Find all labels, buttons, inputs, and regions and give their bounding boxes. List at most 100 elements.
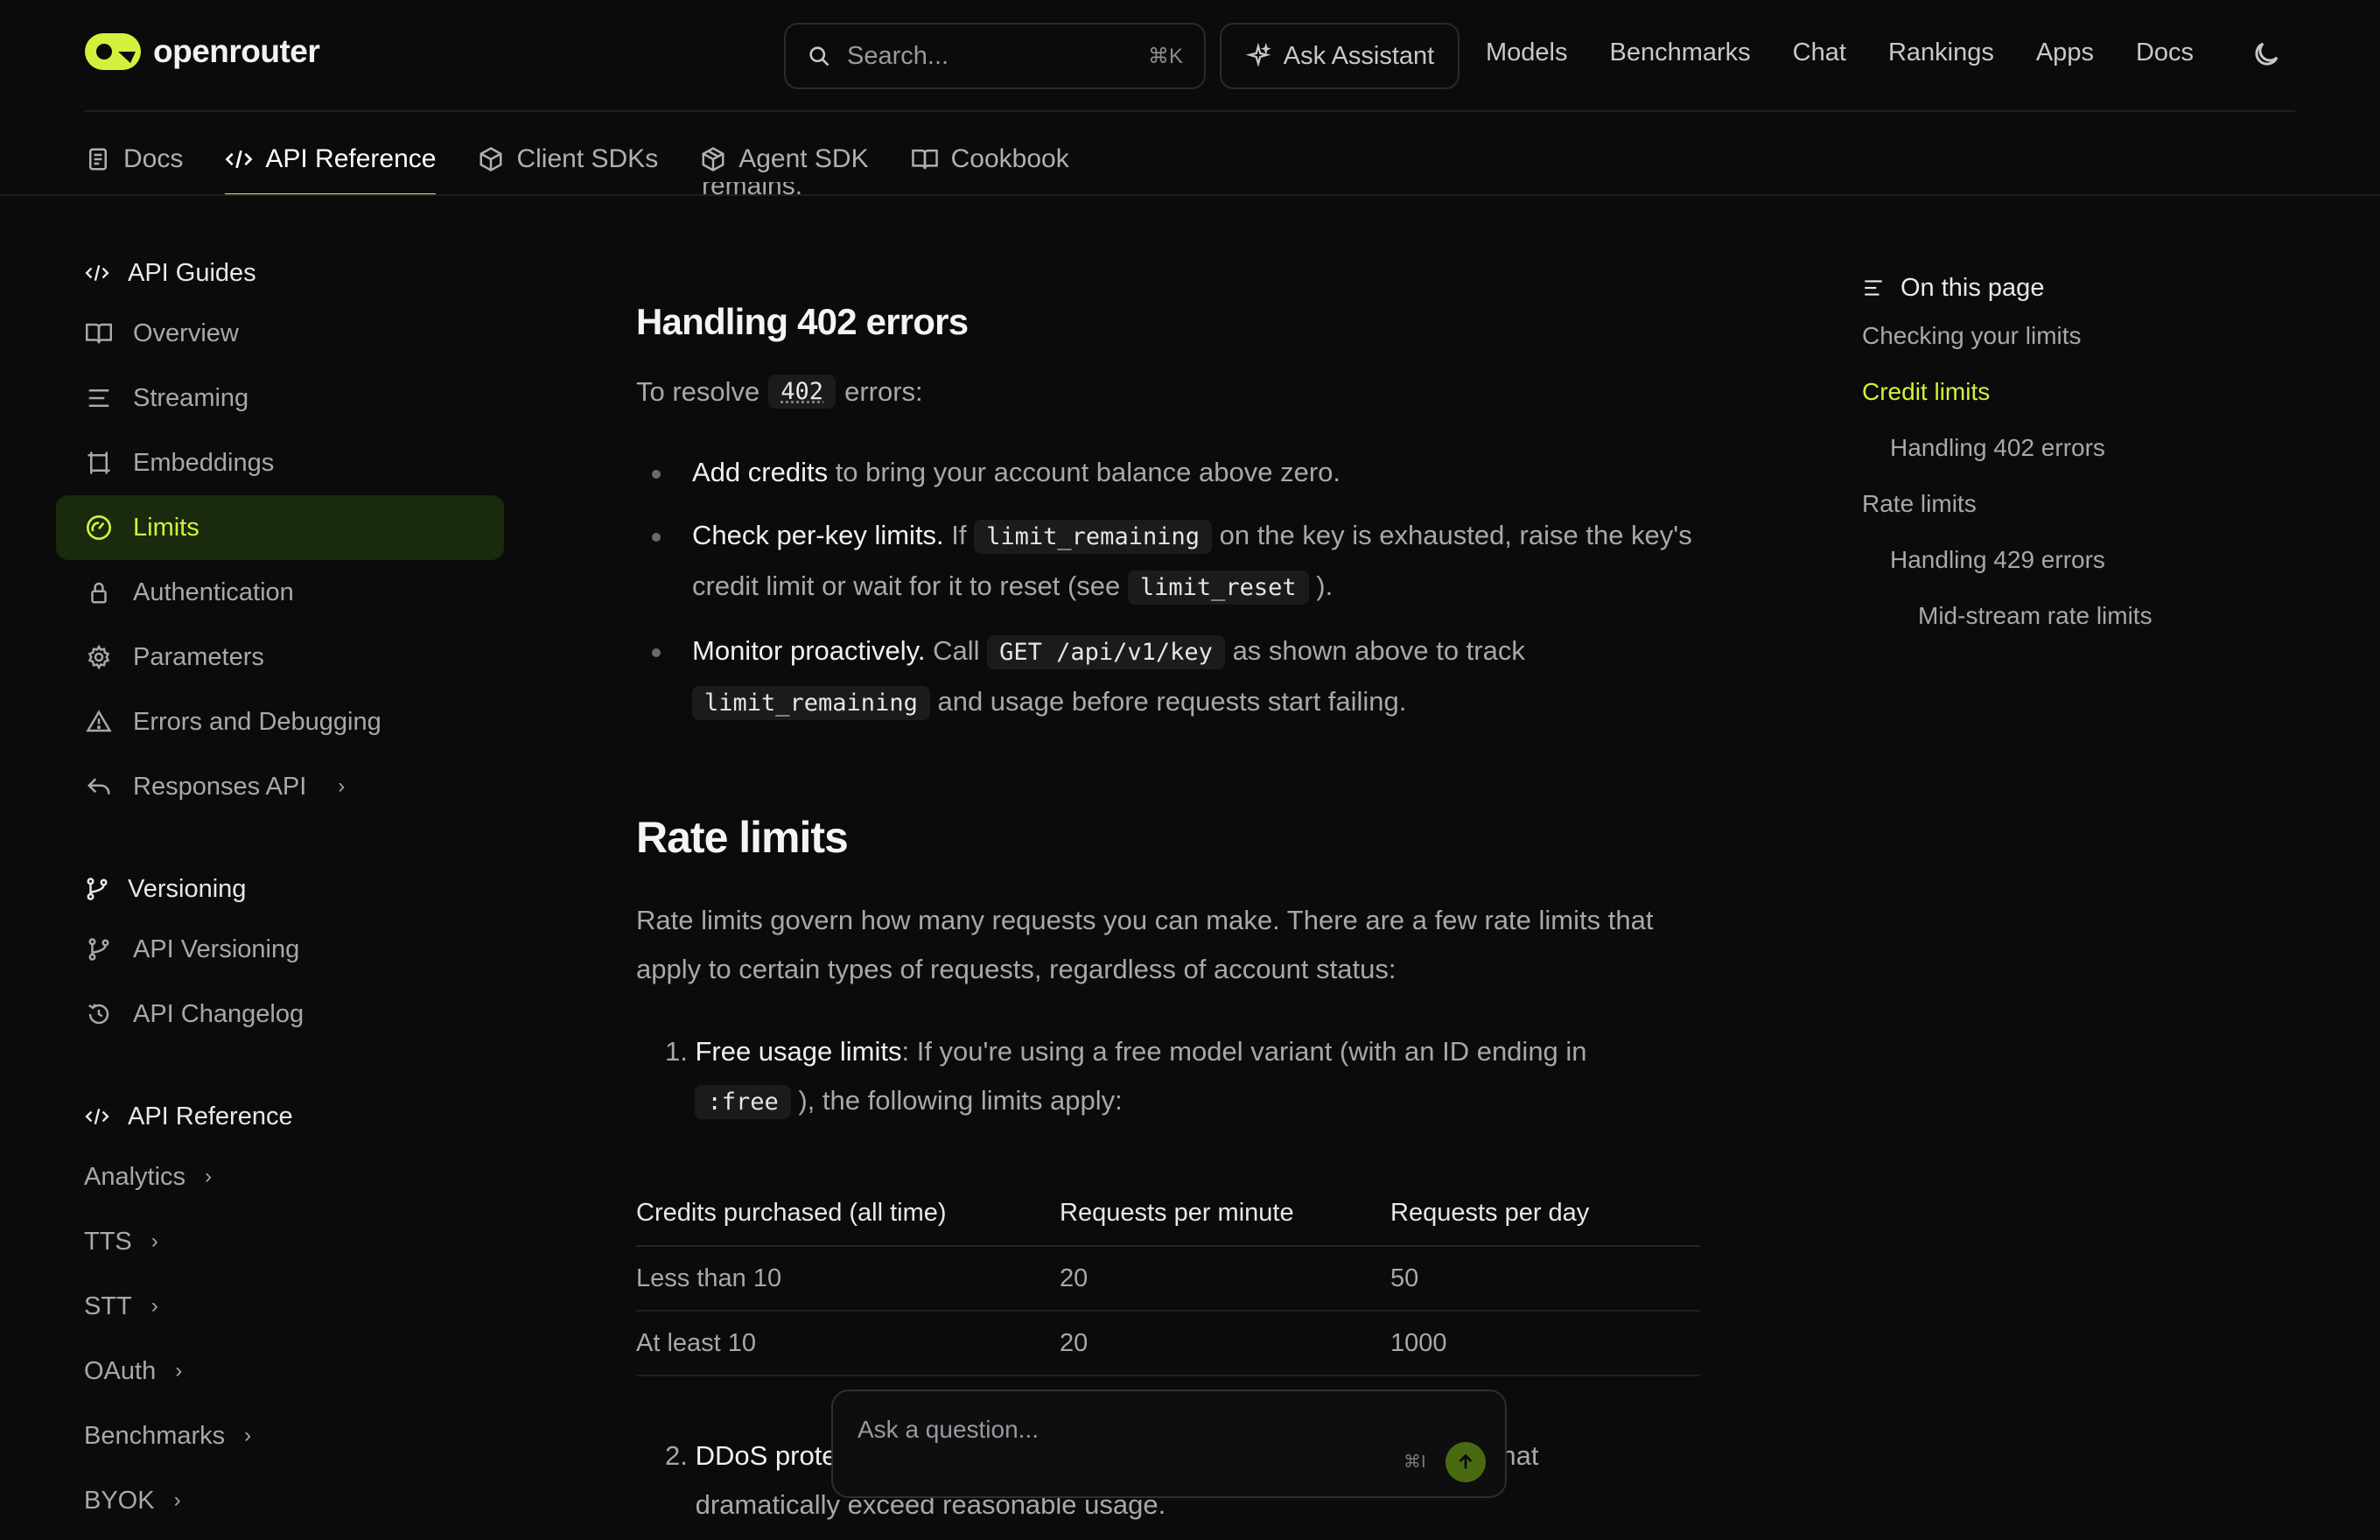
sidebar-item-label: Benchmarks [84,1421,226,1450]
table-of-contents: On this page Checking your limits Credit… [1862,268,2352,644]
sidebar-item-api-versioning[interactable]: API Versioning [56,917,511,982]
sidebar-section-versioning: Versioning [56,861,511,917]
sidebar-item-label: STT [84,1292,132,1320]
sidebar: API Guides Overview Streaming Embeddings… [56,245,511,1533]
list-item: Monitor proactively. Call GET /api/v1/ke… [652,626,1702,728]
tab-client-sdks-label: Client SDKs [516,144,659,173]
tab-docs[interactable]: Docs [85,122,183,196]
sidebar-item-label: Authentication [133,578,294,606]
chevron-right-icon[interactable]: › [175,1359,182,1383]
sidebar-item-label: Analytics [84,1162,186,1191]
toc-item-rate-limits[interactable]: Rate limits [1862,476,2352,532]
toc-item-credit-limits[interactable]: Credit limits [1862,364,2352,420]
sidebar-item-embeddings[interactable]: Embeddings [56,430,511,495]
sidebar-item-authentication[interactable]: Authentication [56,560,511,625]
list-item-body: Free usage limits: If you're using a fre… [695,1027,1689,1127]
book-icon [911,146,939,172]
nav-chat[interactable]: Chat [1793,38,1846,67]
list-icon [1862,276,1885,299]
chevron-right-icon[interactable]: › [151,1294,158,1319]
list-item: Add credits to bring your account balanc… [652,448,1702,497]
sidebar-section-title: API Reference [128,1102,293,1130]
list-bold: Free usage limits [695,1036,902,1067]
tab-cookbook[interactable]: Cookbook [911,122,1069,196]
sidebar-item-benchmarks[interactable]: Benchmarks › [56,1404,511,1468]
toc-item-checking-your-limits[interactable]: Checking your limits [1862,308,2352,364]
chevron-right-icon[interactable]: › [151,1229,158,1254]
table-cell: 20 [1060,1246,1390,1312]
tab-api-reference[interactable]: API Reference [225,122,437,196]
sidebar-item-oauth[interactable]: OAuth › [56,1339,511,1404]
brand-name: openrouter [153,33,320,69]
table-header: Credits purchased (all time) [636,1181,1060,1247]
chevron-right-icon[interactable]: › [174,1488,181,1513]
table-header-row: Credits purchased (all time) Requests pe… [636,1181,1700,1247]
sidebar-item-analytics[interactable]: Analytics › [56,1144,511,1209]
lock-icon [84,579,114,606]
table-row: At least 10 20 1000 [636,1311,1700,1376]
page: openrouter Search... ⌘K Ask Assistant Mo… [0,0,2380,1540]
tabs-divider [0,194,2380,196]
toc-item-handling-402-errors[interactable]: Handling 402 errors [1862,420,2352,476]
openrouter-logo-icon [85,33,141,70]
code-get-api-key: GET /api/v1/key [987,635,1225,669]
sidebar-item-errors-and-debugging[interactable]: Errors and Debugging [56,690,511,754]
send-button[interactable] [1446,1442,1486,1482]
sidebar-item-label: Limits [133,513,200,542]
nav-rankings[interactable]: Rankings [1888,38,1994,67]
table-row: Less than 10 20 50 [636,1246,1700,1312]
nav-models[interactable]: Models [1486,38,1568,67]
chevron-right-icon[interactable]: › [244,1424,251,1448]
nav-benchmarks[interactable]: Benchmarks [1610,38,1751,67]
resolve-pre: To resolve [636,375,760,407]
sidebar-item-stt[interactable]: STT › [56,1274,511,1339]
package-icon [700,146,726,172]
document-icon [85,146,111,172]
table-cell: 50 [1390,1246,1700,1312]
sidebar-item-tts[interactable]: TTS › [56,1209,511,1274]
gear-icon [84,644,114,670]
search-input[interactable]: Search... ⌘K [784,23,1206,89]
resolve-post: errors: [844,375,923,407]
code-402[interactable]: 402 [768,374,836,409]
tab-api-reference-label: API Reference [265,144,437,173]
list-item: Check per-key limits. If limit_remaining… [652,511,1702,612]
sparkle-icon [1245,43,1271,69]
chevron-right-icon[interactable]: › [338,774,345,799]
code-icon [84,1105,110,1128]
nav-apps[interactable]: Apps [2036,38,2094,67]
sidebar-item-byok[interactable]: BYOK › [56,1468,511,1533]
sidebar-item-label: API Versioning [133,934,300,963]
ask-question-input[interactable]: Ask a question... [858,1416,1039,1444]
toc-item-mid-stream-rate-limits[interactable]: Mid-stream rate limits [1862,588,2352,644]
logo[interactable]: openrouter [85,33,320,70]
sidebar-item-label: BYOK [84,1486,155,1515]
branch-icon [84,936,114,962]
sidebar-section-title: Versioning [128,874,247,903]
sidebar-item-parameters[interactable]: Parameters [56,625,511,690]
bullet-text: Call [925,635,988,666]
heading-handling-402-errors: Handling 402 errors [636,301,969,342]
sidebar-item-limits[interactable]: Limits [56,495,504,560]
nav-docs[interactable]: Docs [2136,38,2194,67]
ask-assistant-button[interactable]: Ask Assistant [1220,23,1460,89]
tab-client-sdks[interactable]: Client SDKs [478,122,658,196]
bullet-text: as shown above to track [1224,635,1525,666]
sidebar-item-streaming[interactable]: Streaming [56,366,511,430]
bullet-bold: Add credits [692,457,829,487]
search-shortcut: ⌘K [1147,44,1183,68]
sidebar-section-api-guides: API Guides [56,245,511,301]
sidebar-item-label: Streaming [133,383,249,412]
bullet-text: ). [1308,570,1334,601]
sidebar-item-api-changelog[interactable]: API Changelog [56,982,511,1046]
sidebar-item-responses-api[interactable]: Responses API › [56,754,511,819]
theme-toggle-moon-icon[interactable] [2250,38,2282,70]
sidebar-item-overview[interactable]: Overview [56,301,511,366]
toc-item-handling-429-errors[interactable]: Handling 429 errors [1862,532,2352,588]
table-header: Requests per minute [1060,1181,1390,1247]
cube-icon [478,146,504,172]
chevron-right-icon[interactable]: › [205,1165,212,1189]
table-cell: Less than 10 [636,1246,1060,1312]
ask-question-box[interactable]: Ask a question... ⌘I [831,1390,1507,1498]
code-free: :free [695,1085,791,1119]
